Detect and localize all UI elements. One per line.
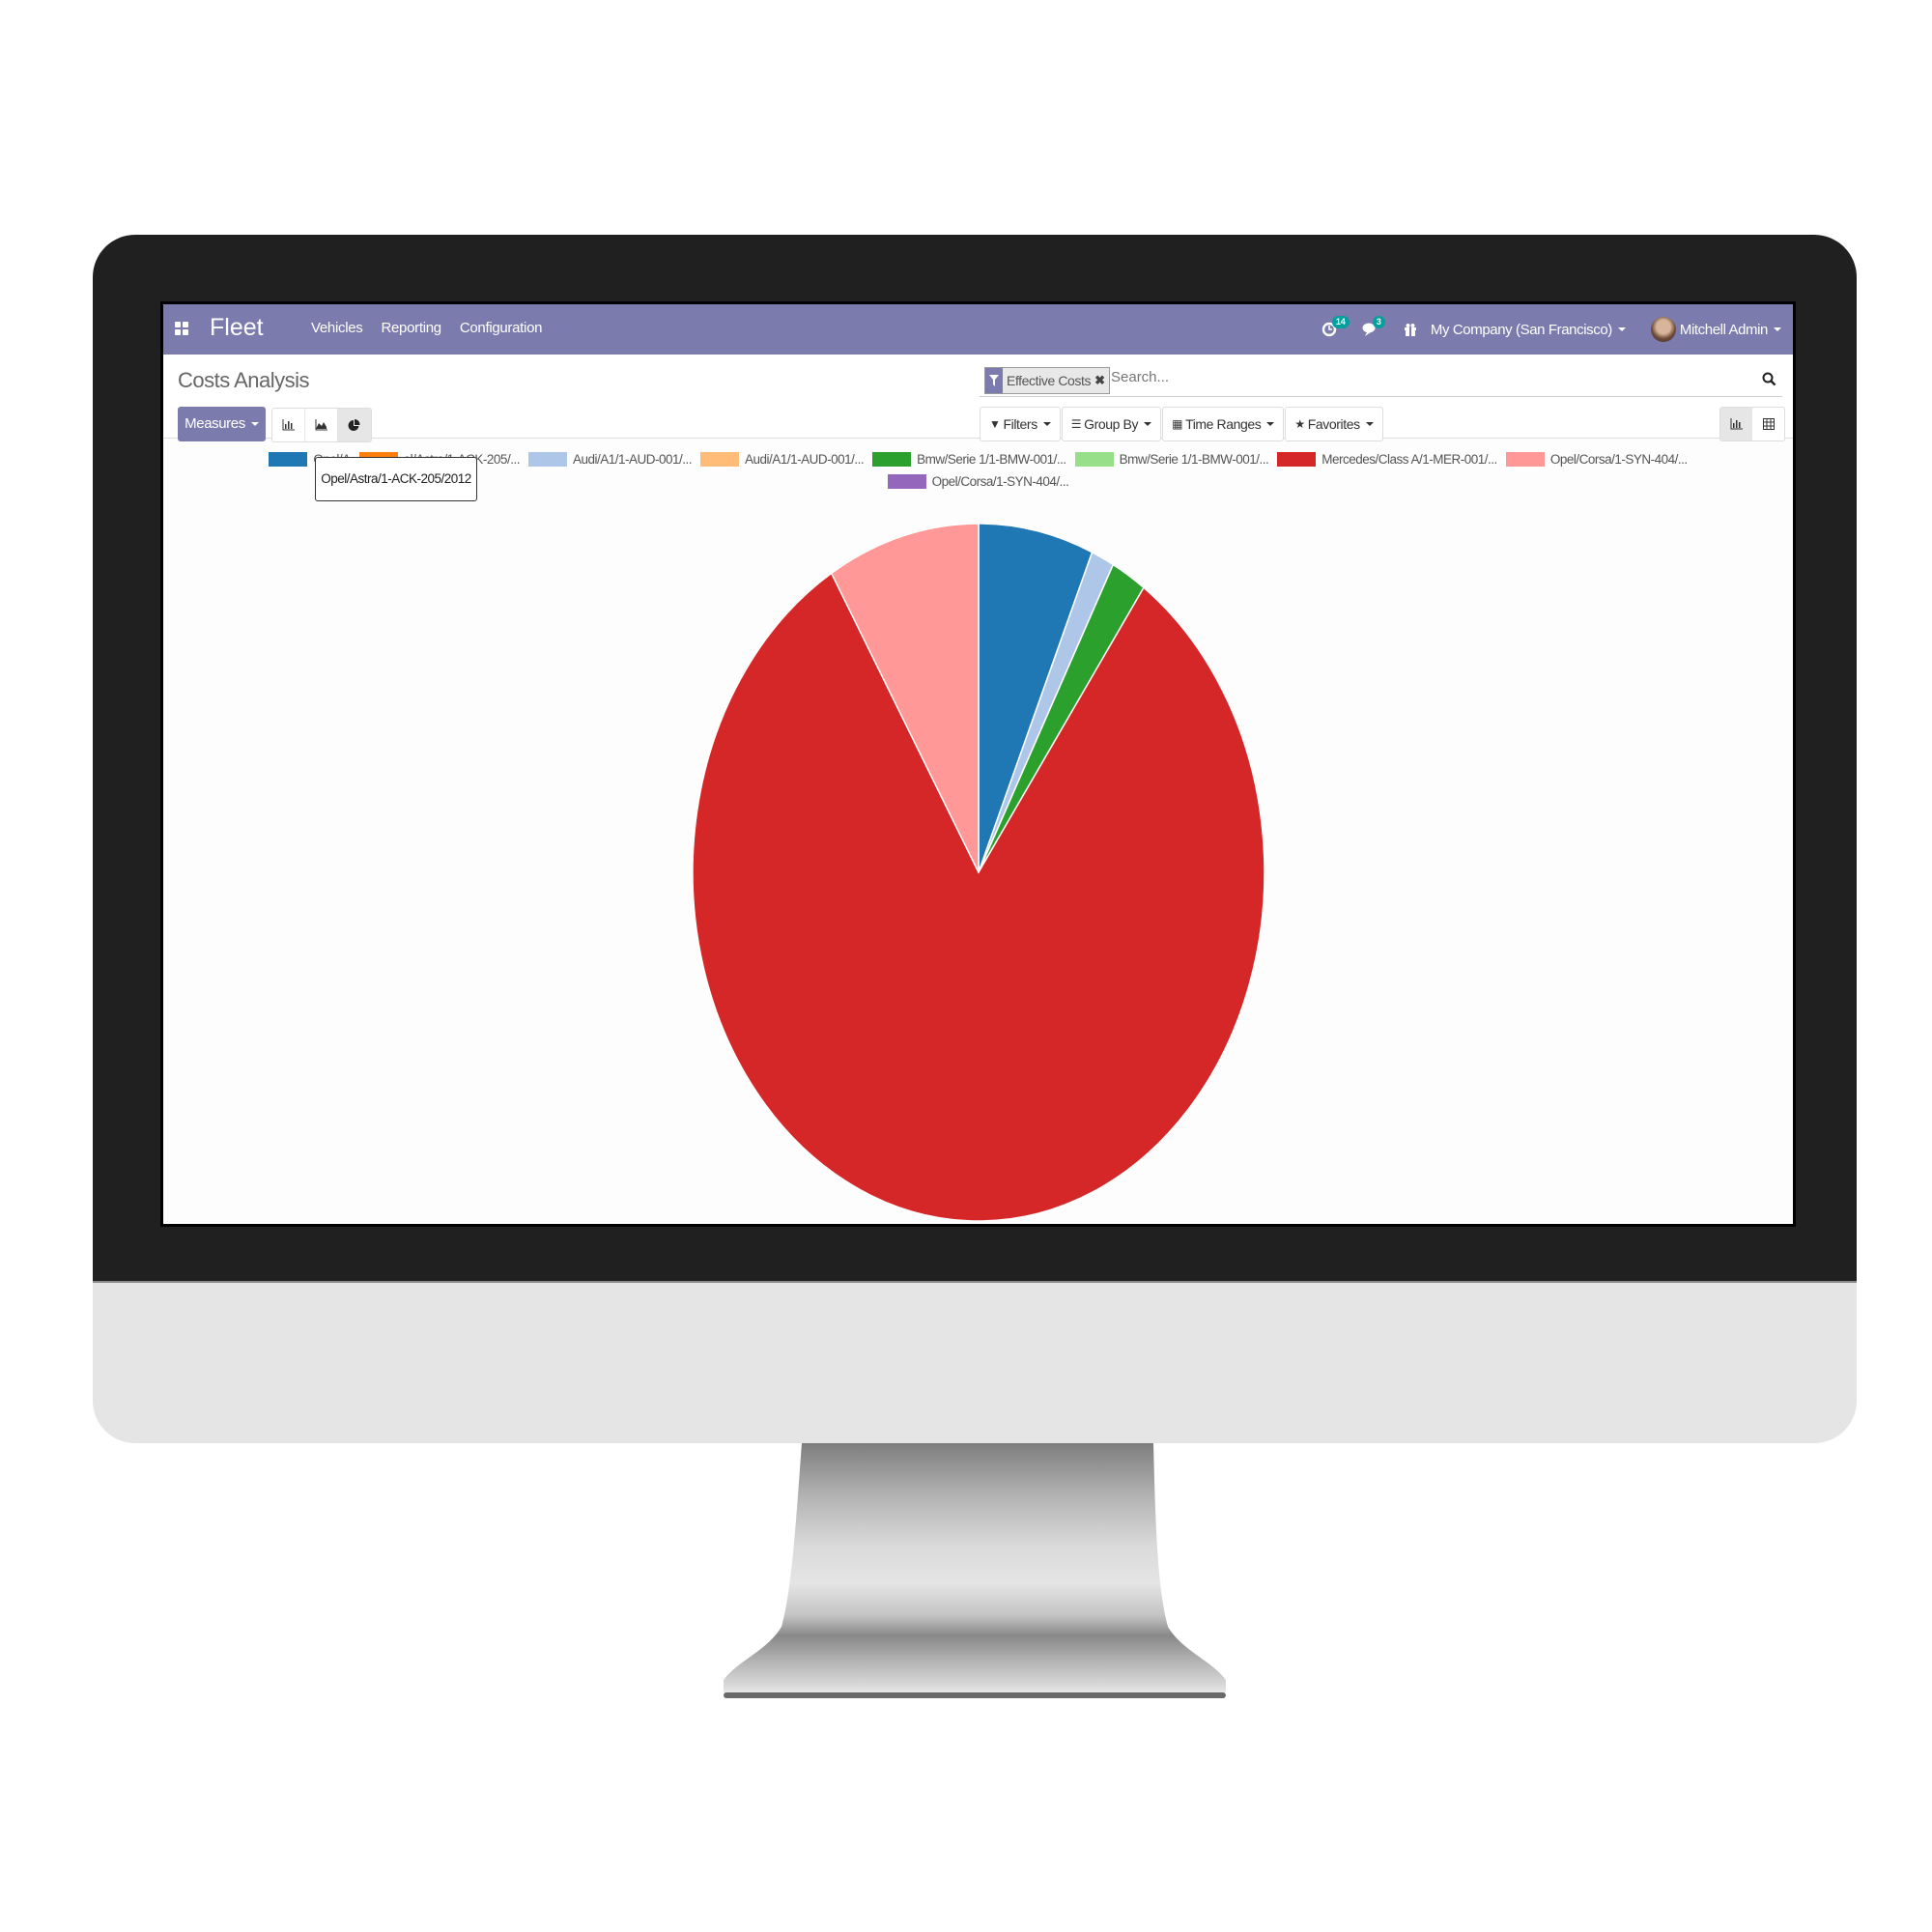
menu-item-reporting[interactable]: Reporting — [381, 320, 441, 336]
legend-label: Bmw/Serie 1/1-BMW-001/... — [1119, 452, 1269, 467]
legend-swatch — [1074, 452, 1114, 467]
search-input[interactable] — [1109, 368, 1731, 386]
app-name: Fleet — [210, 314, 264, 341]
systray: 14 3 My Company (San Francisco) Mitchell… — [1321, 314, 1785, 345]
group-by-label: Group By — [1084, 416, 1139, 432]
gift-button[interactable] — [1404, 323, 1417, 336]
pie-chart-icon — [348, 418, 360, 431]
graph-view: Opel/Ael/Astra/1-ACK-205/...Audi/A1/1-AU… — [163, 439, 1793, 1224]
time-ranges-label: Time Ranges — [1185, 416, 1262, 432]
facet-label: Effective Costs — [1007, 373, 1092, 388]
search-facet: Effective Costs ✖ — [984, 367, 1111, 394]
search-bar: Effective Costs ✖ — [980, 364, 1782, 397]
search-options: ▼ Filters ☰ Group By ▦ Time Ranges ★ Favorit… — [980, 407, 1384, 441]
bar-chart-button[interactable] — [272, 409, 305, 441]
legend-item[interactable]: Bmw/Serie 1/1-BMW-001/... — [1074, 452, 1269, 467]
bar-chart-icon — [282, 419, 295, 431]
caret-down-icon — [1617, 327, 1626, 331]
legend-item[interactable]: Audi/A1/1-AUD-001/... — [700, 452, 865, 467]
monitor-stand — [724, 1443, 1226, 1698]
menu-item-vehicles[interactable]: Vehicles — [311, 320, 363, 336]
area-chart-icon — [315, 419, 327, 431]
graph-view-button[interactable] — [1720, 408, 1752, 440]
monitor-frame: Fleet Vehicles Reporting Configuration 1… — [93, 235, 1857, 1443]
main-menu: Vehicles Reporting Configuration — [311, 320, 542, 336]
user-name: Mitchell Admin — [1679, 321, 1769, 338]
activity-button[interactable]: 14 — [1321, 316, 1350, 337]
messages-button[interactable]: 3 — [1362, 316, 1385, 337]
caret-down-icon — [1042, 422, 1051, 426]
star-icon: ★ — [1294, 417, 1305, 431]
graph-view-icon — [1730, 418, 1743, 430]
filters-button[interactable]: ▼ Filters — [980, 407, 1061, 441]
company-name: My Company (San Francisco) — [1430, 321, 1612, 338]
favorites-label: Favorites — [1307, 416, 1360, 432]
caret-down-icon — [1365, 422, 1374, 426]
pivot-view-button[interactable] — [1752, 408, 1784, 440]
legend-label: Audi/A1/1-AUD-001/... — [745, 452, 865, 467]
filter-icon — [985, 368, 1003, 393]
legend-item[interactable]: Audi/A1/1-AUD-001/... — [527, 452, 693, 467]
legend-swatch — [1505, 452, 1545, 467]
time-ranges-button[interactable]: ▦ Time Ranges — [1162, 407, 1285, 441]
view-switcher — [1719, 407, 1785, 441]
filters-label: Filters — [1003, 416, 1037, 432]
avatar — [1650, 317, 1676, 342]
caret-down-icon — [1144, 422, 1152, 426]
line-chart-button[interactable] — [305, 409, 338, 441]
monitor-bezel: Fleet Vehicles Reporting Configuration 1… — [93, 235, 1857, 1283]
legend-label: Opel/Corsa/1-SYN-404/... — [1549, 452, 1688, 467]
gift-icon — [1404, 324, 1416, 336]
legend-swatch — [700, 452, 740, 467]
message-count-badge: 3 — [1372, 316, 1385, 328]
menu-item-configuration[interactable]: Configuration — [460, 320, 543, 336]
chart-mode-switcher — [271, 408, 372, 442]
legend-label: Bmw/Serie 1/1-BMW-001/... — [917, 452, 1066, 467]
caret-down-icon — [1774, 327, 1781, 331]
legend-swatch — [269, 452, 308, 467]
page-title: Costs Analysis — [178, 368, 310, 392]
top-navbar: Fleet Vehicles Reporting Configuration 1… — [163, 304, 1793, 355]
legend-swatch — [527, 452, 567, 467]
company-switcher[interactable]: My Company (San Francisco) — [1431, 322, 1626, 338]
legend-item[interactable]: Bmw/Serie 1/1-BMW-001/... — [872, 452, 1066, 467]
search-icon[interactable] — [1762, 372, 1776, 386]
legend-label: Opel/Corsa/1-SYN-404/... — [931, 474, 1069, 489]
measures-label: Measures — [185, 415, 245, 432]
legend-swatch — [1277, 452, 1317, 467]
list-icon: ☰ — [1070, 417, 1082, 431]
pivot-view-icon — [1762, 418, 1775, 430]
caret-down-icon — [1266, 422, 1275, 426]
pie-chart-button[interactable] — [338, 409, 371, 441]
legend-item[interactable]: Opel/Corsa/1-SYN-404/... — [887, 474, 1069, 489]
caret-down-icon — [250, 422, 259, 427]
legend-label: Audi/A1/1-AUD-001/... — [572, 452, 693, 467]
legend-item[interactable]: Opel/Corsa/1-SYN-404/... — [1505, 452, 1688, 467]
measures-button[interactable]: Measures — [178, 407, 266, 441]
remove-facet-icon[interactable]: ✖ — [1094, 368, 1109, 393]
apps-menu-icon[interactable] — [175, 322, 188, 335]
legend-swatch — [872, 452, 912, 467]
activity-count-badge: 14 — [1331, 316, 1350, 328]
filter-icon: ▼ — [989, 417, 1001, 431]
legend-item[interactable]: Mercedes/Class A/1-MER-001/... — [1277, 452, 1497, 467]
group-by-button[interactable]: ☰ Group By — [1061, 407, 1162, 441]
legend-swatch — [887, 474, 926, 489]
pie-chart — [692, 523, 1265, 1222]
favorites-button[interactable]: ★ Favorites — [1285, 407, 1383, 441]
screen: Fleet Vehicles Reporting Configuration 1… — [160, 301, 1796, 1227]
legend-tooltip: Opel/Astra/1-ACK-205/2012 — [315, 457, 477, 501]
control-panel: Costs Analysis Measures Effective Costs … — [163, 355, 1793, 442]
legend-label: Mercedes/Class A/1-MER-001/... — [1321, 452, 1497, 467]
user-menu[interactable]: Mitchell Admin — [1650, 317, 1781, 342]
calendar-icon: ▦ — [1172, 417, 1183, 431]
